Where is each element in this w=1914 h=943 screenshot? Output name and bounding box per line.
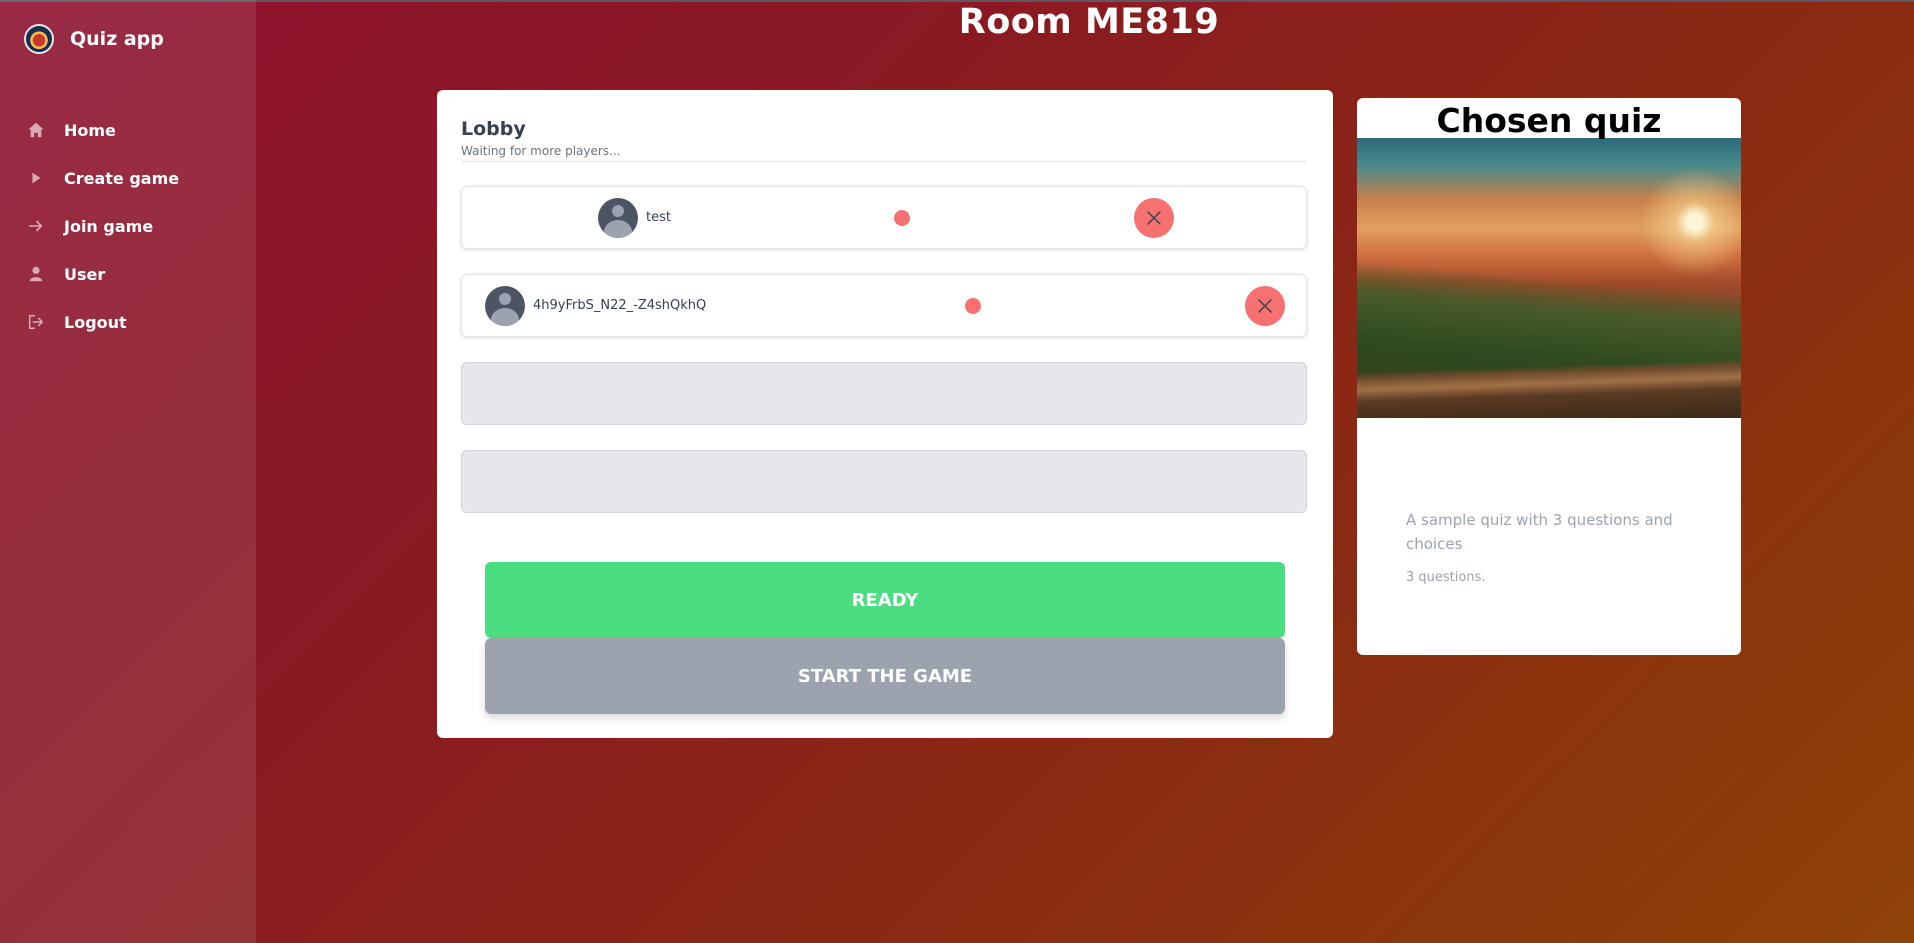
sidebar-item-join-game[interactable]: Join game	[0, 202, 256, 250]
sidebar-item-create-game[interactable]: Create game	[0, 154, 256, 202]
sidebar-item-user[interactable]: User	[0, 250, 256, 298]
ready-status-indicator	[965, 298, 981, 314]
sidebar-nav: Home Create game Join game User Logout	[0, 106, 256, 346]
ready-status-indicator	[894, 210, 910, 226]
sidebar-item-label: User	[64, 264, 106, 284]
kick-player-button[interactable]	[1245, 286, 1285, 326]
close-icon	[1258, 299, 1272, 313]
quiz-question-count: 3 questions.	[1406, 570, 1486, 585]
kick-player-button[interactable]	[1134, 198, 1174, 238]
play-icon	[26, 168, 46, 188]
avatar	[598, 198, 638, 238]
chosen-quiz-card: Chosen quiz A sample quiz with 3 questio…	[1357, 98, 1741, 655]
sidebar-item-home[interactable]: Home	[0, 106, 256, 154]
sidebar-item-logout[interactable]: Logout	[0, 298, 256, 346]
lobby-title: Lobby	[461, 118, 526, 140]
room-title: Room ME819	[958, 2, 1220, 42]
user-icon	[26, 264, 46, 284]
lobby-header: Lobby Waiting for more players...	[461, 118, 1307, 162]
sidebar-item-label: Home	[64, 120, 116, 140]
sidebar-item-label: Create game	[64, 168, 180, 188]
arrow-right-icon	[26, 216, 46, 236]
quiz-description: A sample quiz with 3 questions and choic…	[1406, 511, 1673, 553]
player-name: test	[646, 210, 671, 225]
lobby-card: Lobby Waiting for more players... test 4…	[437, 90, 1333, 738]
quiz-cover-image	[1357, 138, 1741, 418]
app-logo	[24, 24, 54, 54]
sidebar-item-label: Logout	[64, 312, 127, 332]
empty-player-slot	[461, 362, 1307, 425]
ready-button[interactable]: READY	[485, 562, 1285, 638]
sidebar: Quiz app Home Create game Join game User	[0, 0, 256, 943]
chosen-quiz-heading: Chosen quiz	[1436, 101, 1662, 140]
logout-icon	[26, 312, 46, 332]
avatar	[485, 286, 525, 326]
lobby-subtitle: Waiting for more players...	[461, 144, 621, 158]
home-icon	[26, 120, 46, 140]
player-row: test	[461, 186, 1307, 249]
app-name: Quiz app	[70, 28, 164, 50]
close-icon	[1147, 211, 1161, 225]
sidebar-item-label: Join game	[64, 216, 154, 236]
player-name: 4h9yFrbS_N22_-Z4shQkhQ	[533, 298, 707, 313]
player-row: 4h9yFrbS_N22_-Z4shQkhQ	[461, 274, 1307, 337]
brand[interactable]: Quiz app	[24, 24, 164, 54]
start-game-button[interactable]: START THE GAME	[485, 638, 1285, 714]
empty-player-slot	[461, 450, 1307, 513]
